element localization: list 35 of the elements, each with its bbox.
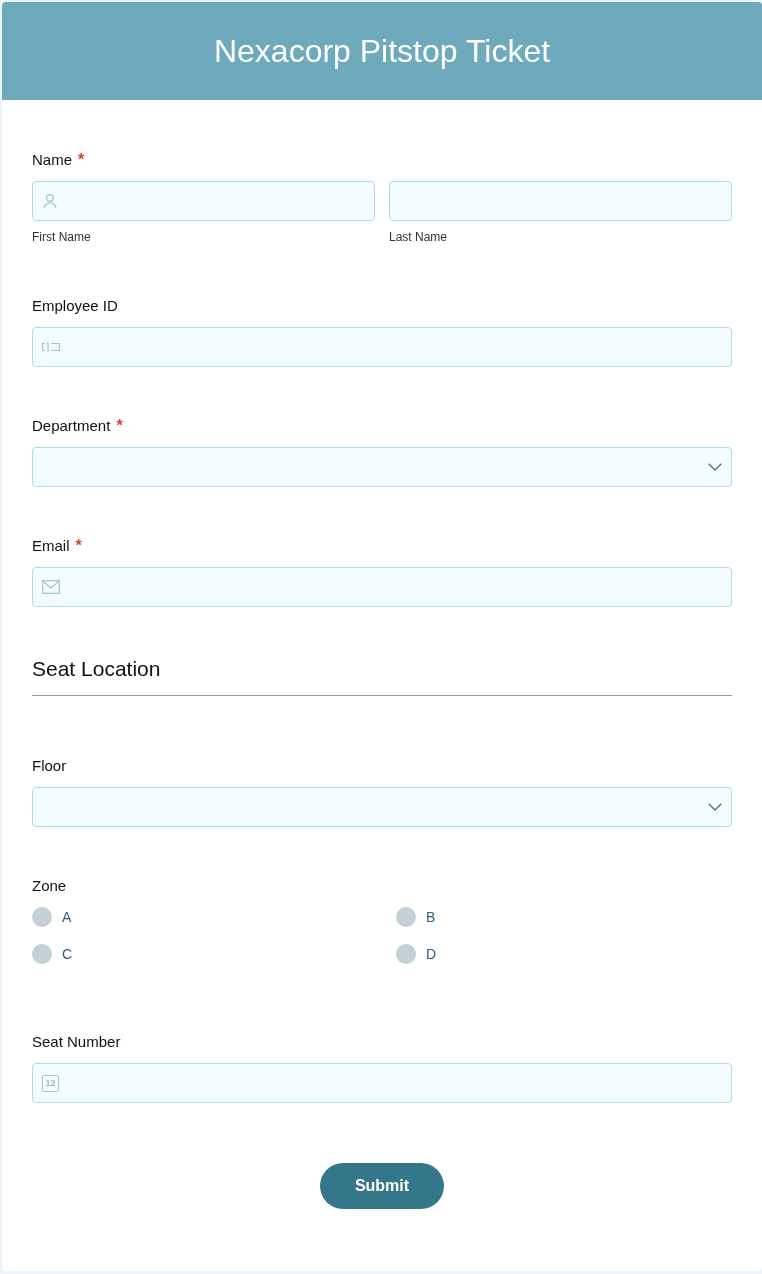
email-input-field[interactable] <box>32 567 732 607</box>
chevron-down-icon <box>708 463 722 471</box>
field-label: Email <box>32 536 70 556</box>
chevron-down-icon <box>708 803 722 811</box>
option-label[interactable]: B <box>426 908 436 926</box>
field-sublabel: First Name <box>32 229 91 245</box>
field-label: Floor <box>32 756 67 776</box>
field-label: Department <box>32 416 111 436</box>
radio-button[interactable] <box>396 907 416 927</box>
name-input-field[interactable] <box>32 181 375 221</box>
number-icon: 12 <box>42 1074 59 1092</box>
text-cursor-icon <box>41 341 61 353</box>
field-label: Seat Number <box>32 1032 121 1052</box>
section-heading: Seat Location <box>32 656 161 682</box>
option-label[interactable]: D <box>426 945 437 963</box>
field-label: Zone <box>32 876 67 896</box>
dropdown-field[interactable] <box>32 787 732 827</box>
form-title: Nexacorp Pitstop Ticket <box>213 32 551 71</box>
field-label: Name <box>32 150 72 170</box>
person-icon <box>43 193 57 209</box>
id-input-field[interactable] <box>32 327 732 367</box>
radio-button[interactable] <box>32 907 52 927</box>
submit-button[interactable]: Submit <box>320 1163 444 1209</box>
field-label: Employee ID <box>32 296 118 316</box>
dropdown-field[interactable] <box>32 447 732 487</box>
radio-button[interactable] <box>396 944 416 964</box>
required-mark: * <box>116 416 123 436</box>
option-label[interactable]: C <box>62 945 73 963</box>
option-label[interactable]: A <box>62 908 72 926</box>
required-mark: * <box>78 150 85 170</box>
envelope-icon <box>42 580 60 594</box>
field-sublabel: Last Name <box>389 229 448 245</box>
required-mark: * <box>75 536 82 556</box>
name-input-field[interactable] <box>389 181 732 221</box>
radio-button[interactable] <box>32 944 52 964</box>
